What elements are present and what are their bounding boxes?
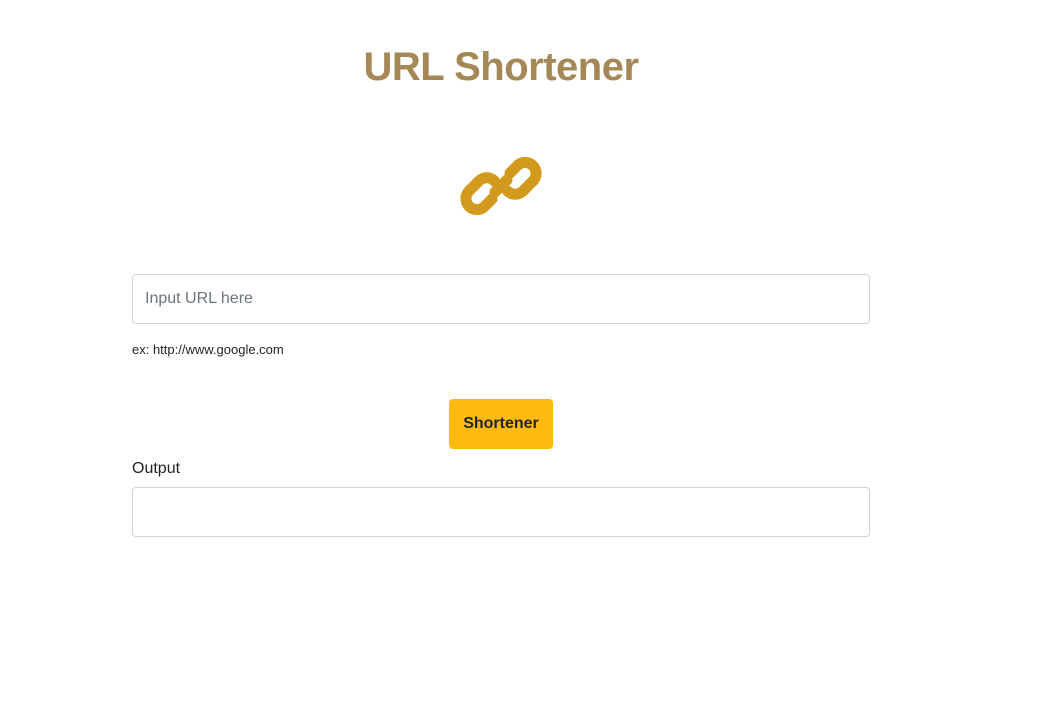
link-icon xyxy=(459,144,543,228)
url-example-hint: ex: http://www.google.com xyxy=(132,342,284,357)
page-title: URL Shortener xyxy=(363,45,639,89)
output-label: Output xyxy=(132,460,181,477)
url-input[interactable] xyxy=(132,274,870,324)
shortener-button[interactable]: Shortener xyxy=(449,399,553,449)
output-field[interactable] xyxy=(132,487,870,537)
url-shortener-page: URL Shortener ex: http://www.google.com … xyxy=(0,0,1063,707)
